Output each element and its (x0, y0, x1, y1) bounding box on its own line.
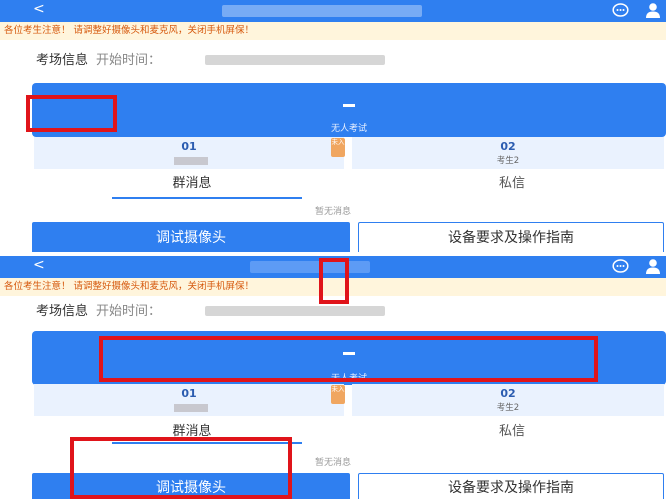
start-time-label: 开始时间： (96, 53, 162, 68)
no-exam-text: 无人考试 (330, 124, 367, 134)
start-time-label: 开始时间： (96, 304, 162, 319)
debug-camera-button[interactable]: 调试摄像头 (32, 222, 350, 252)
not-entered-badge: 未入 (331, 138, 345, 157)
seat-card-01[interactable]: 01 未入 (34, 384, 345, 416)
user-icon[interactable] (645, 2, 661, 18)
not-entered-badge: 未入 (331, 385, 345, 404)
user-icon[interactable] (645, 258, 661, 274)
seat-card-01[interactable]: 01 未入 (34, 137, 345, 169)
page-title-blurred (222, 5, 422, 17)
start-time-value-blurred (205, 306, 385, 316)
chat-icon[interactable] (612, 3, 629, 18)
seat-card-02[interactable]: 02 考生2 (352, 137, 664, 169)
top-nav-bar: < (0, 0, 666, 22)
back-button[interactable]: < (33, 1, 45, 17)
tab-private-messages[interactable]: 私信 (412, 420, 612, 446)
debug-camera-button[interactable]: 调试摄像头 (32, 473, 350, 499)
back-button[interactable]: < (33, 257, 45, 273)
chat-icon[interactable] (612, 259, 629, 274)
active-tab-indicator (112, 442, 302, 444)
seat-number: 02 (500, 140, 516, 153)
message-tabs: 群消息 私信 (32, 172, 666, 199)
page-title-blurred (250, 261, 370, 273)
exam-info-row: 考场信息 开始时间： (36, 47, 161, 71)
seat-name-blurred (174, 404, 208, 412)
message-tabs: 群消息 私信 (32, 420, 666, 446)
screenshot-top: < 各位考生注意！ 请调整好摄像头和麦克风，关闭手机屏保！ 考场信息 开始时间： … (0, 0, 666, 252)
device-guide-button[interactable]: 设备要求及操作指南 (358, 222, 664, 252)
seat-name: 考生2 (496, 403, 520, 413)
exam-status-dash (343, 352, 355, 355)
seat-number: 02 (500, 387, 516, 400)
exam-info-row: 考场信息 开始时间： (36, 298, 161, 322)
top-nav-bar: < (0, 256, 666, 278)
exam-status-dash (343, 104, 355, 107)
seat-name-blurred (174, 157, 208, 165)
screenshot-bottom: < 各位考生注意！ 请调整好摄像头和麦克风，关闭手机屏保！ 考场信息 开始时间： … (0, 256, 666, 499)
notice-banner: 各位考生注意！ 请调整好摄像头和麦克风，关闭手机屏保！ (0, 278, 666, 296)
seat-card-02[interactable]: 02 考生2 (352, 384, 664, 416)
seat-number: 01 (181, 387, 197, 400)
exam-info-label: 考场信息 (36, 53, 89, 68)
notice-banner: 各位考生注意！ 请调整好摄像头和麦克风，关闭手机屏保！ (0, 22, 666, 40)
active-tab-indicator (112, 197, 302, 199)
tab-group-messages[interactable]: 群消息 (92, 172, 292, 198)
seat-number: 01 (181, 140, 197, 153)
tab-private-messages[interactable]: 私信 (412, 172, 612, 198)
seat-name: 考生2 (496, 156, 520, 166)
no-exam-text: 无人考试 (330, 374, 367, 384)
empty-messages-text: 暂无消息 (314, 458, 351, 468)
empty-messages-text: 暂无消息 (314, 207, 351, 217)
exam-info-label: 考场信息 (36, 304, 89, 319)
start-time-value-blurred (205, 55, 385, 65)
device-guide-button[interactable]: 设备要求及操作指南 (358, 473, 664, 499)
